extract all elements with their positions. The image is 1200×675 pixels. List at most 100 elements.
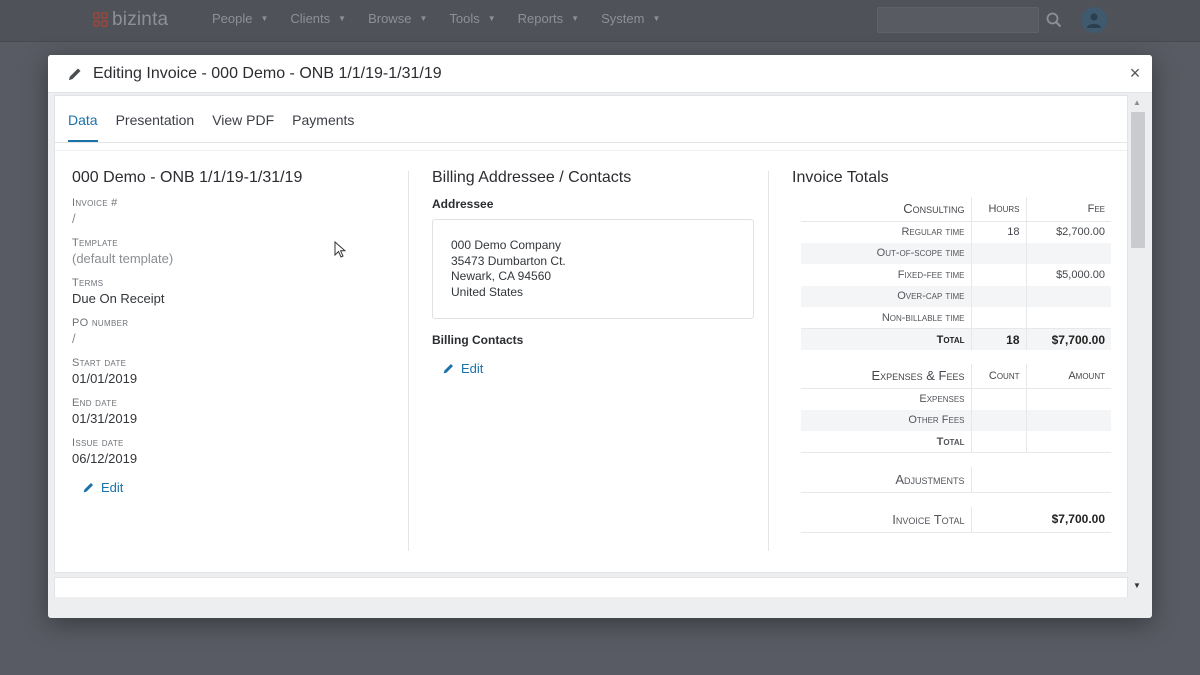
expenses-label: Expenses & Fees <box>801 364 971 389</box>
field-value: 06/12/2019 <box>72 451 138 466</box>
invoice-total-spacer <box>970 506 1026 533</box>
field-issue-date: Issue date 06/12/2019 <box>72 437 402 466</box>
tab-presentation[interactable]: Presentation <box>116 96 195 143</box>
table-row: Fixed-fee time $5,000.00 <box>801 264 1111 286</box>
billing-contacts-label: Billing Contacts <box>432 333 524 347</box>
pencil-icon <box>83 483 93 493</box>
field-template: Template (default template) <box>72 237 402 266</box>
table-row: Non-billable time <box>801 307 1111 329</box>
menu-reports[interactable]: Reports ▼ <box>518 11 579 26</box>
menu-system[interactable]: System ▼ <box>601 11 660 26</box>
table-row: Expenses <box>801 388 1111 410</box>
invoice-total-value: $7,700.00 <box>1026 506 1111 533</box>
user-icon <box>1087 13 1101 28</box>
edit-label: Edit <box>461 361 484 376</box>
invoice-totals: Invoice Totals Consulting Hours Fee Regu… <box>792 169 1112 533</box>
row-hours <box>970 285 1026 307</box>
invoice-heading: 000 Demo - ONB 1/1/19-1/31/19 <box>72 169 303 186</box>
row-label: Expenses <box>919 393 965 405</box>
tab-bar: Data Presentation View PDF Payments <box>55 96 1127 143</box>
address-line: 000 Demo Company <box>451 238 562 252</box>
field-start-date: Start date 01/01/2019 <box>72 357 402 386</box>
scroll-thumb[interactable] <box>1131 112 1145 248</box>
field-label: PO number <box>72 317 129 329</box>
edit-label: Edit <box>101 480 124 495</box>
row-fee <box>1025 307 1111 329</box>
logo-text: bizinta <box>112 9 169 30</box>
modal-content: Data Presentation View PDF Payments 000 … <box>54 95 1128 573</box>
search-input[interactable] <box>877 7 1039 33</box>
address-line: United States <box>451 284 524 299</box>
menu-label: People <box>212 11 253 26</box>
search-button[interactable] <box>1039 7 1069 33</box>
menu-label: Clients <box>290 11 331 26</box>
field-value: Due On Receipt <box>72 291 165 306</box>
row-amount <box>1025 409 1111 431</box>
field-value: 01/01/2019 <box>72 371 138 386</box>
menu-clients[interactable]: Clients ▼ <box>290 11 346 26</box>
chevron-down-icon: ▼ <box>260 14 269 23</box>
row-label: Other Fees <box>801 409 971 431</box>
scroll-down-icon[interactable]: ▼ <box>1133 581 1141 590</box>
field-label: Template <box>72 237 118 249</box>
count-column-header: Count <box>970 364 1026 389</box>
field-value: / <box>72 211 76 226</box>
vertical-scrollbar[interactable]: ▲ ▼ <box>1130 95 1146 595</box>
close-button[interactable]: × <box>1126 64 1144 82</box>
menu-people[interactable]: People ▼ <box>212 11 268 26</box>
pencil-icon <box>443 364 453 374</box>
addressee-label: Addressee <box>432 197 494 211</box>
adjustments-row: Adjustments <box>801 466 1111 493</box>
menu-label: Tools <box>449 11 480 26</box>
field-value: / <box>72 331 76 346</box>
menu-tools[interactable]: Tools ▼ <box>449 11 495 26</box>
field-invoice-number: Invoice # / <box>72 197 402 226</box>
table-row: Over-cap time <box>801 285 1111 307</box>
address-line: 35473 Dumbarton Ct. <box>451 253 566 268</box>
consulting-header-row: Consulting Hours Fee <box>801 197 1111 222</box>
table-row: Regular time 18 $2,700.00 <box>801 221 1111 243</box>
scroll-up-icon[interactable]: ▲ <box>1133 98 1141 107</box>
total-hours: 18 <box>970 328 1026 350</box>
billing-heading: Billing Addressee / Contacts <box>432 169 632 186</box>
row-hours <box>970 264 1026 286</box>
main-menu: People ▼ Clients ▼ Browse ▼ Tools ▼ Reports ▼… <box>212 11 682 26</box>
row-label: Regular time <box>901 226 965 238</box>
invoice-details: 000 Demo - ONB 1/1/19-1/31/19 Invoice # … <box>72 169 402 495</box>
adjustments-value-2 <box>1026 466 1111 493</box>
menu-browse[interactable]: Browse ▼ <box>368 11 427 26</box>
field-terms: Terms Due On Receipt <box>72 277 402 306</box>
row-fee: $2,700.00 <box>1025 221 1111 243</box>
row-count <box>970 409 1026 431</box>
field-value: (default template) <box>72 251 174 266</box>
row-label: Non-billable time <box>881 311 965 324</box>
amount-column-header: Amount <box>1025 364 1111 389</box>
edit-details-button[interactable]: Edit <box>82 480 402 495</box>
chevron-down-icon: ▼ <box>652 14 661 23</box>
row-count <box>970 388 1026 410</box>
table-row: Other Fees <box>801 409 1111 431</box>
tab-data[interactable]: Data <box>68 96 98 142</box>
search-icon <box>1046 12 1062 28</box>
table-row: Out-of-scope time <box>801 242 1111 264</box>
total-label: Total <box>801 431 971 453</box>
address-line: Newark, CA 94560 <box>451 269 552 283</box>
column-divider <box>768 171 769 551</box>
edit-invoice-modal: Editing Invoice - 000 Demo - ONB 1/1/19-… <box>48 55 1152 618</box>
chevron-down-icon: ▼ <box>487 14 496 23</box>
tab-payments[interactable]: Payments <box>292 96 354 143</box>
user-avatar[interactable] <box>1081 7 1107 33</box>
field-label: Start date <box>72 357 127 369</box>
tab-view-pdf[interactable]: View PDF <box>212 96 274 143</box>
consulting-total-row: Total 18 $7,700.00 <box>801 328 1111 350</box>
field-label: End date <box>72 397 118 409</box>
expenses-total-row: Total <box>801 431 1111 453</box>
app-logo[interactable]: bizinta <box>93 8 168 32</box>
hours-column-header: Hours <box>970 197 1026 222</box>
adjustments-label: Adjustments <box>801 466 971 493</box>
edit-contacts-button[interactable]: Edit <box>442 361 754 376</box>
row-fee <box>1025 285 1111 307</box>
row-hours <box>970 242 1026 264</box>
chevron-down-icon: ▼ <box>419 14 428 23</box>
menu-label: System <box>601 11 645 26</box>
